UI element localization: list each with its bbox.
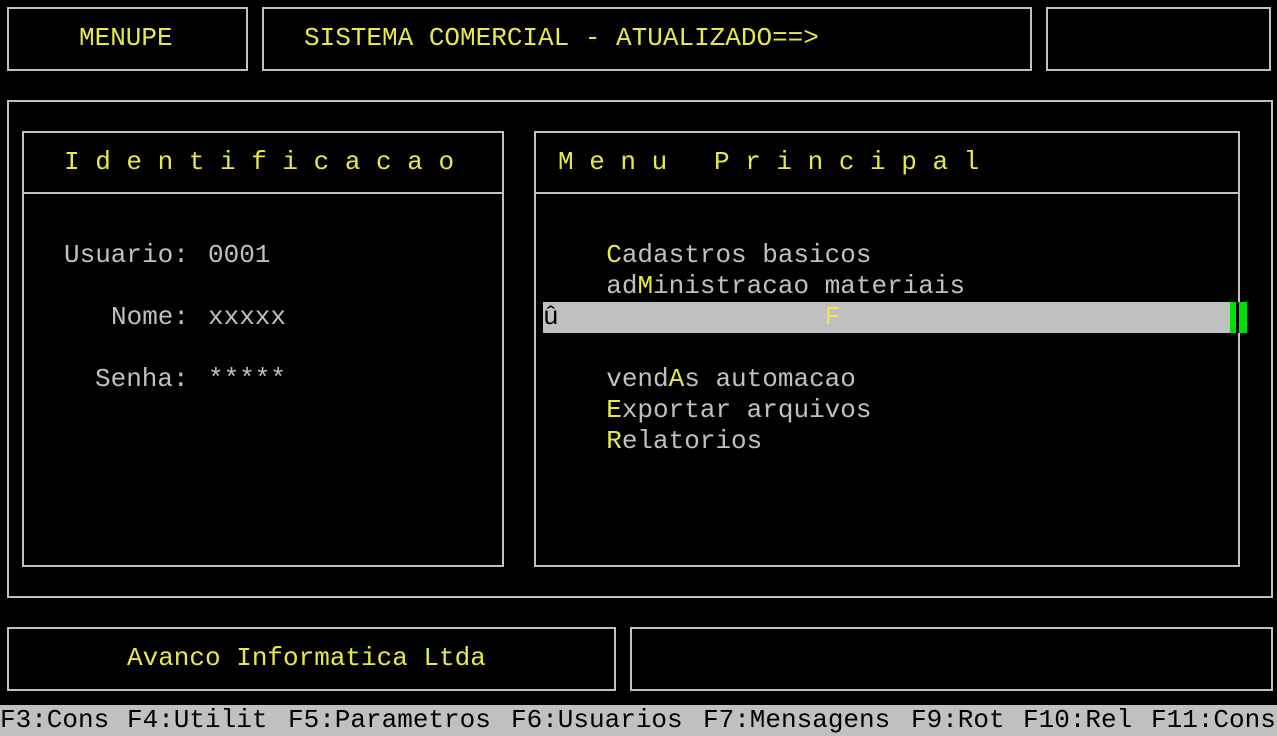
user-field[interactable]: 0001: [208, 240, 270, 271]
menu-item-relatorios[interactable]: Relatorios: [575, 395, 762, 457]
password-field[interactable]: *****: [208, 364, 286, 395]
menu-item-hotkey: R: [606, 426, 622, 456]
message-box: [630, 627, 1273, 691]
menu-item-text: elatorios: [621, 426, 763, 456]
fkey-f6[interactable]: F6:Usuarios: [511, 705, 683, 736]
user-label: Usuario:: [64, 240, 189, 270]
system-title: SISTEMA COMERCIAL - ATUALIZADO==>: [304, 23, 819, 53]
fkey-f5[interactable]: F5:Parametros: [288, 705, 491, 736]
main-menu-title: M e n u P r i n c i p a l: [558, 147, 980, 177]
fkey-f4[interactable]: F4:Utilit: [127, 705, 267, 736]
fkey-f10[interactable]: F10:Rel: [1023, 705, 1132, 736]
name-label: Nome:: [111, 302, 190, 332]
fkey-f9[interactable]: F9:Rot: [911, 705, 1005, 736]
cursor-divider: [1236, 302, 1239, 333]
name-field[interactable]: xxxxx: [208, 302, 286, 333]
fkey-f3[interactable]: F3:Cons: [0, 705, 109, 736]
company-name: Avanco Informatica Ltda: [127, 643, 486, 673]
fkey-f7[interactable]: F7:Mensagens: [703, 705, 890, 736]
main-menu-divider: [534, 192, 1240, 194]
status-box: [1046, 7, 1271, 71]
password-label: Senha:: [95, 364, 189, 394]
selected-marker: û: [543, 302, 559, 332]
identification-panel: [22, 131, 504, 567]
identification-divider: [22, 192, 504, 194]
module-name: MENUPE: [79, 23, 173, 53]
identification-title: I d e n t i f i c a c a o: [64, 147, 455, 177]
fkey-f11[interactable]: F11:Cons: [1151, 705, 1276, 736]
